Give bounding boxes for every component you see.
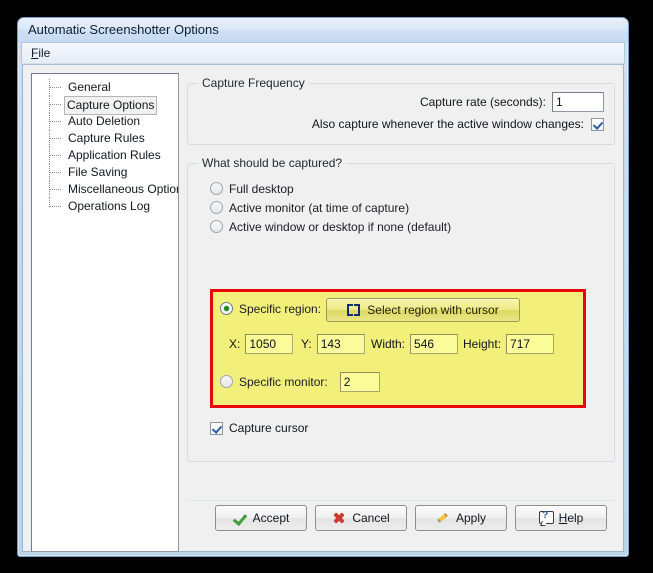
radio-full-desktop[interactable]: Full desktop xyxy=(210,179,294,198)
sidebar-item-label: General xyxy=(68,80,111,94)
settings-tree[interactable]: General Capture Options Auto Deletion Captu… xyxy=(31,73,179,552)
sidebar-item-label: Auto Deletion xyxy=(68,114,141,128)
capture-cursor-checkbox[interactable] xyxy=(210,421,223,435)
question-bubble-icon xyxy=(538,510,554,526)
capture-frequency-group: Capture Frequency Capture rate (seconds)… xyxy=(187,76,615,145)
region-height-field: Height: xyxy=(463,334,555,354)
capture-cursor-label: Capture cursor xyxy=(229,421,309,435)
region-y-input[interactable] xyxy=(316,334,365,354)
region-y-field: Y: xyxy=(301,334,365,354)
help-button-label: Help xyxy=(558,511,584,525)
what-captured-group: What should be captured? Full desktop Ac… xyxy=(187,156,615,462)
menu-item-file[interactable]: File xyxy=(22,43,59,64)
radio-active-window[interactable]: Active window or desktop if none (defaul… xyxy=(210,217,451,236)
help-button[interactable]: Help xyxy=(515,505,607,531)
dialog-button-bar: Accept Cancel Apply Help xyxy=(215,505,607,531)
radio-specific-monitor-indicator[interactable] xyxy=(220,375,233,388)
radio-active-monitor[interactable]: Active monitor (at time of capture) xyxy=(210,198,409,217)
active-window-change-label: Also capture whenever the active window … xyxy=(311,117,584,131)
options-window: Automatic Screenshotter Options File Gen… xyxy=(17,17,629,557)
green-check-icon xyxy=(233,511,247,525)
window-title: Automatic Screenshotter Options xyxy=(28,22,219,37)
radio-specific-region[interactable]: Specific region: xyxy=(220,299,321,318)
sidebar-item-miscellaneous-options[interactable]: Miscellaneous Options xyxy=(32,181,178,198)
specific-monitor-input[interactable] xyxy=(339,371,380,392)
sidebar-item-label: Operations Log xyxy=(68,199,151,213)
radio-active-window-indicator[interactable] xyxy=(210,220,223,233)
crop-marks-icon xyxy=(347,304,361,316)
capture-cursor-row[interactable]: Capture cursor xyxy=(210,421,308,435)
region-x-label: X: xyxy=(229,337,241,351)
capture-rate-input[interactable] xyxy=(552,92,604,112)
active-window-change-checkbox[interactable] xyxy=(591,117,604,131)
radio-active-monitor-indicator[interactable] xyxy=(210,201,223,214)
region-x-input[interactable] xyxy=(245,334,294,354)
radio-specific-monitor-label: Specific monitor: xyxy=(239,374,328,389)
radio-specific-region-label: Specific region: xyxy=(239,301,322,316)
sidebar-item-general[interactable]: General xyxy=(32,79,178,96)
sidebar-item-label: File Saving xyxy=(68,165,128,179)
apply-button[interactable]: Apply xyxy=(415,505,507,531)
region-width-input[interactable] xyxy=(410,334,459,354)
what-captured-title: What should be captured? xyxy=(198,156,347,170)
region-height-input[interactable] xyxy=(506,334,555,354)
region-x-field: X: xyxy=(229,334,294,354)
radio-specific-region-indicator[interactable] xyxy=(220,302,233,315)
sidebar-item-label: Capture Rules xyxy=(68,131,145,145)
accept-button-label: Accept xyxy=(252,511,290,525)
sidebar-item-label: Miscellaneous Options xyxy=(68,182,179,196)
region-width-label: Width: xyxy=(371,337,406,351)
radio-active-monitor-label: Active monitor (at time of capture) xyxy=(229,200,410,215)
sidebar-item-application-rules[interactable]: Application Rules xyxy=(32,147,178,164)
button-bar-divider xyxy=(187,500,615,501)
sidebar-item-capture-options[interactable]: Capture Options xyxy=(32,96,178,115)
window-title-bar: Automatic Screenshotter Options xyxy=(18,18,628,42)
client-area: General Capture Options Auto Deletion Captu… xyxy=(22,64,624,552)
red-x-icon xyxy=(332,511,346,525)
capture-rate-label: Capture rate (seconds): xyxy=(419,95,546,109)
select-region-with-cursor-button[interactable]: Select region with cursor xyxy=(326,298,520,322)
sidebar-item-operations-log[interactable]: Operations Log xyxy=(32,198,178,215)
menu-bar: File xyxy=(21,42,625,63)
region-width-field: Width: xyxy=(371,334,459,354)
sidebar-item-auto-deletion[interactable]: Auto Deletion xyxy=(32,113,178,130)
cancel-button[interactable]: Cancel xyxy=(315,505,407,531)
pencil-icon xyxy=(436,511,450,525)
specific-region-highlight: Specific region: Select region with curs… xyxy=(210,289,586,408)
capture-frequency-title: Capture Frequency xyxy=(198,76,309,90)
radio-full-desktop-label: Full desktop xyxy=(229,181,294,196)
settings-pane: Capture Frequency Capture rate (seconds)… xyxy=(187,73,615,543)
radio-active-window-label: Active window or desktop if none (defaul… xyxy=(229,219,452,234)
cancel-button-label: Cancel xyxy=(352,511,390,525)
select-region-button-label: Select region with cursor xyxy=(367,303,499,317)
radio-specific-monitor[interactable]: Specific monitor: xyxy=(220,371,380,392)
apply-button-label: Apply xyxy=(455,511,487,525)
accept-button[interactable]: Accept xyxy=(215,505,307,531)
region-y-label: Y: xyxy=(301,337,312,351)
sidebar-item-label: Application Rules xyxy=(68,148,161,162)
region-height-label: Height: xyxy=(463,337,502,351)
radio-full-desktop-indicator[interactable] xyxy=(210,182,223,195)
sidebar-item-file-saving[interactable]: File Saving xyxy=(32,164,178,181)
sidebar-item-capture-rules[interactable]: Capture Rules xyxy=(32,130,178,147)
